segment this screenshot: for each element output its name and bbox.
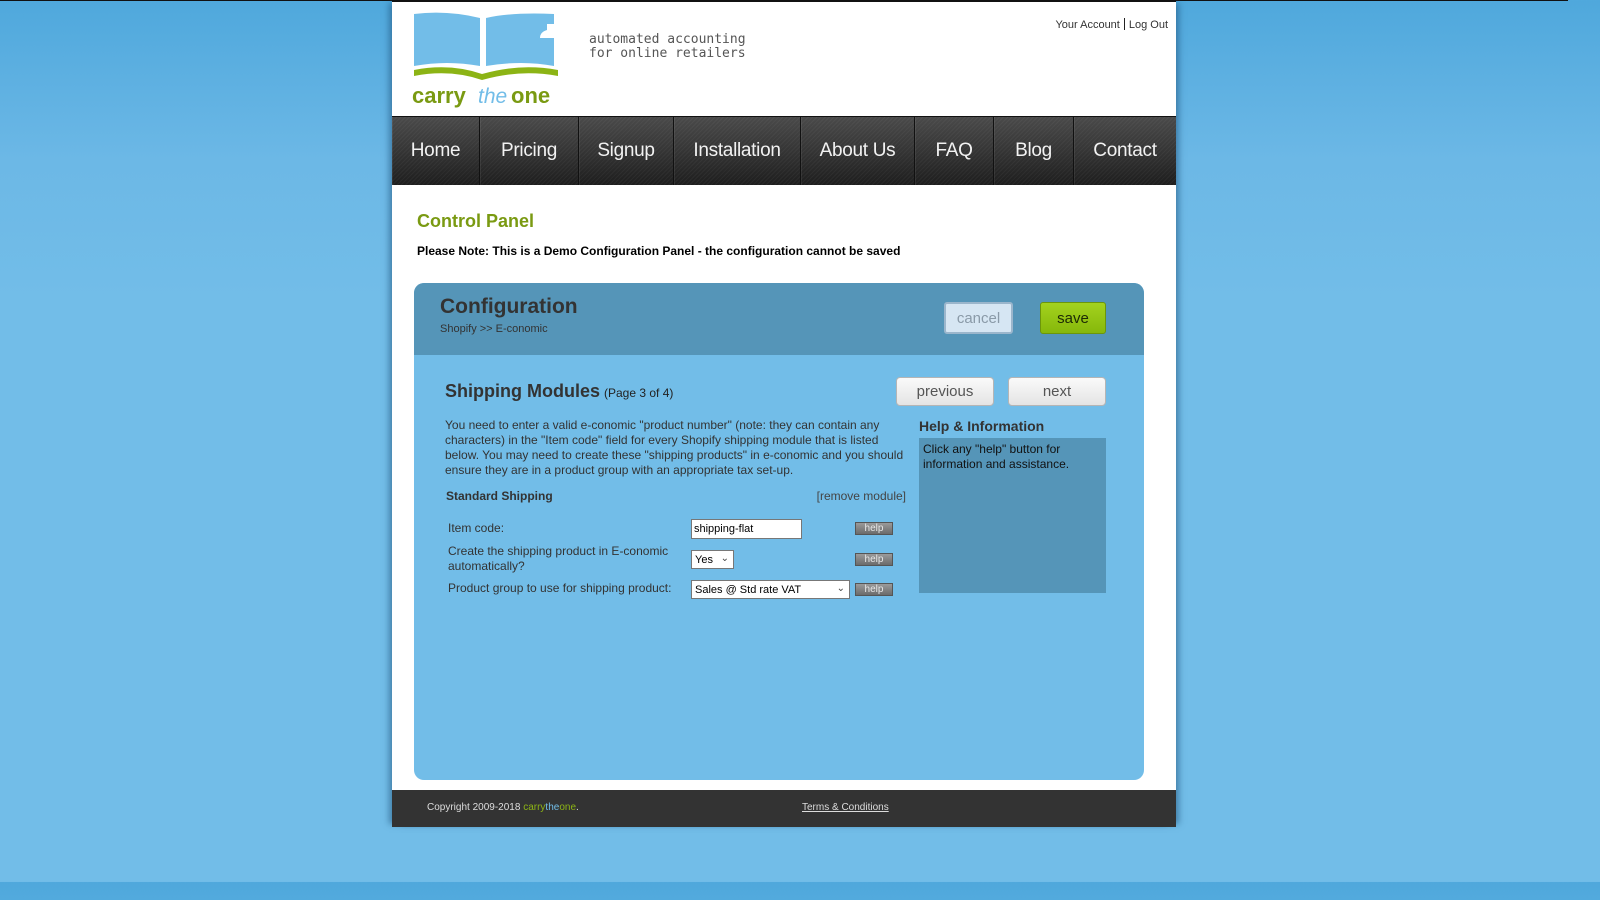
create-product-label: Create the shipping product in E-conomic… [448, 544, 669, 573]
help-panel-box: Click any "help" button for information … [919, 438, 1106, 593]
copyright-text: Copyright 2009-2018 [427, 802, 521, 813]
configuration-title: Configuration [440, 295, 578, 318]
logo[interactable]: carry the one [412, 10, 562, 108]
page-title: Control Panel [417, 211, 535, 231]
configuration-panel: Configuration Shopify >> E-conomic cance… [414, 283, 1144, 780]
log-out-link[interactable]: Log Out [1129, 19, 1168, 31]
page-container: carry the one automated accounting for o… [392, 0, 1176, 827]
product-group-select[interactable]: Sales @ Std rate VAT ⌄ [691, 580, 850, 599]
next-button[interactable]: next [1008, 377, 1106, 406]
tagline: automated accounting for online retailer… [589, 32, 746, 61]
book-logo-icon: carry the one [412, 12, 558, 108]
page-top-border [392, 0, 1176, 2]
help-button-create-product[interactable]: help [855, 553, 893, 566]
product-group-label: Product group to use for shipping produc… [448, 581, 672, 595]
footer-brand-carry: carry [523, 802, 546, 813]
nav-home[interactable]: Home [392, 117, 480, 185]
configuration-header: Configuration Shopify >> E-conomic cance… [414, 283, 1144, 355]
logo-carry: carry [412, 83, 467, 108]
create-product-value: Yes [695, 553, 713, 566]
nav-installation[interactable]: Installation [674, 117, 801, 185]
terms-link[interactable]: Terms & Conditions [802, 802, 889, 813]
chevron-down-icon: ⌄ [836, 583, 845, 594]
main-nav: Home Pricing Signup Installation About U… [392, 116, 1176, 185]
copyright: Copyright 2009-2018 carrytheone. [427, 802, 579, 813]
footer-brand-dot: . [576, 802, 579, 813]
create-product-select[interactable]: Yes ⌄ [691, 550, 734, 569]
logo-the: the [478, 85, 507, 108]
item-code-input[interactable] [691, 519, 802, 539]
product-group-value: Sales @ Std rate VAT [695, 583, 802, 596]
help-button-item-code[interactable]: help [855, 522, 893, 535]
demo-note: Please Note: This is a Demo Configuratio… [417, 244, 901, 258]
cancel-button[interactable]: cancel [944, 302, 1013, 334]
nav-contact[interactable]: Contact [1074, 117, 1176, 185]
nav-faq[interactable]: FAQ [915, 117, 994, 185]
help-button-product-group[interactable]: help [855, 583, 893, 596]
your-account-link[interactable]: Your Account [1055, 19, 1119, 31]
chevron-down-icon: ⌄ [720, 553, 729, 564]
previous-button[interactable]: previous [896, 377, 994, 406]
logo-one: one [511, 83, 550, 108]
footer-brand-one: one [559, 802, 577, 813]
nav-blog[interactable]: Blog [994, 117, 1074, 185]
item-code-label: Item code: [448, 521, 505, 535]
module-name: Standard Shipping [446, 489, 553, 503]
separator [1123, 18, 1125, 30]
page-indicator: (Page 3 of 4) [604, 386, 674, 400]
remove-module-link[interactable]: [remove module] [817, 489, 906, 503]
footer-brand-the: the [545, 802, 560, 813]
nav-signup[interactable]: Signup [579, 117, 674, 185]
intro-text: You need to enter a valid e-conomic "pro… [445, 418, 904, 477]
save-button[interactable]: save [1040, 302, 1106, 334]
breadcrumb: Shopify >> E-conomic [440, 323, 548, 335]
help-panel-title: Help & Information [919, 418, 1045, 434]
footer: Copyright 2009-2018 carrytheone. Terms &… [392, 790, 1176, 827]
section-title: Shipping Modules (Page 3 of 4) [445, 381, 673, 402]
account-links: Your Account Log Out [1055, 18, 1168, 31]
section-title-text: Shipping Modules [445, 381, 600, 401]
nav-about-us[interactable]: About Us [801, 117, 915, 185]
nav-pricing[interactable]: Pricing [480, 117, 579, 185]
